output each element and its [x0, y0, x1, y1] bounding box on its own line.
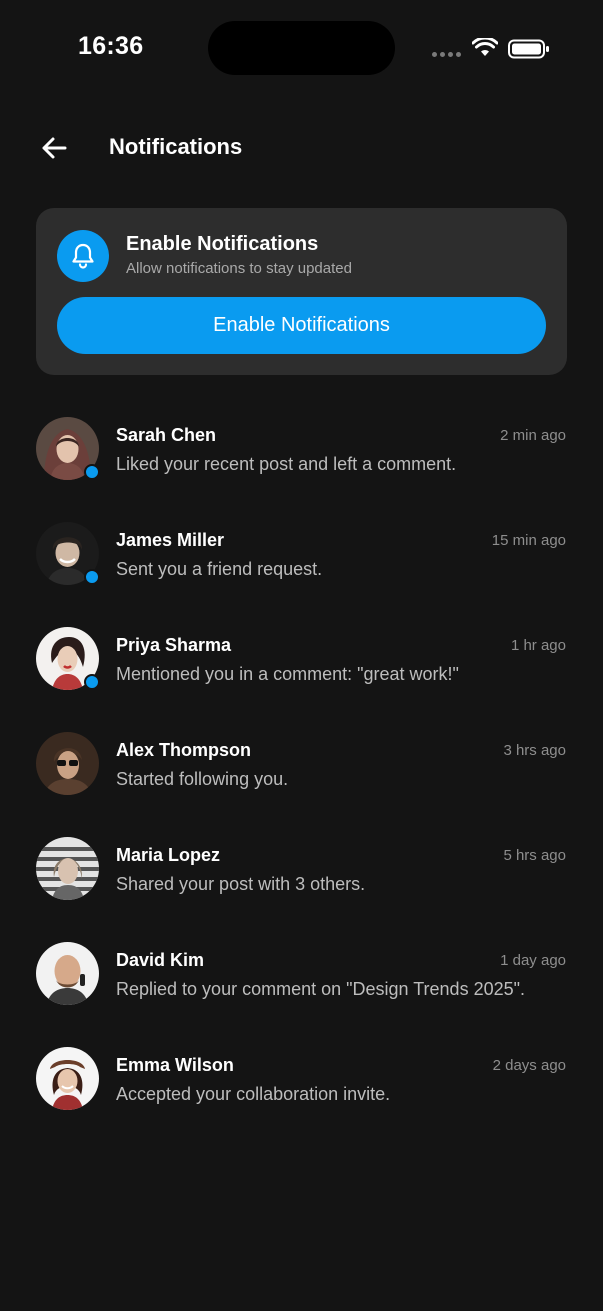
bell-icon [57, 230, 109, 282]
notification-item[interactable]: Priya Sharma 1 hr ago Mentioned you in a… [0, 615, 603, 720]
notification-item[interactable]: Sarah Chen 2 min ago Liked your recent p… [0, 405, 603, 510]
notification-sender: Priya Sharma [116, 635, 232, 655]
page-title: Notifications [109, 134, 243, 159]
avatar [36, 942, 99, 1005]
dynamic-island [208, 21, 395, 75]
notification-sender: David Kim [116, 950, 205, 970]
notification-sender: Maria Lopez [116, 845, 221, 865]
notification-sender: James Miller [116, 530, 225, 550]
notification-item[interactable]: David Kim 1 day ago Replied to your comm… [0, 930, 603, 1035]
status-time: 16:36 [78, 32, 144, 60]
unread-indicator [84, 674, 100, 690]
notification-sender: Sarah Chen [116, 425, 217, 445]
notification-message: Sent you a friend request. [116, 559, 323, 579]
status-bar: 16:36 [0, 0, 603, 96]
avatar [36, 837, 99, 900]
cellular-signal-icon [432, 52, 462, 58]
notification-item[interactable]: Maria Lopez 5 hrs ago Shared your post w… [0, 825, 603, 930]
notification-time: 15 min ago [491, 532, 566, 549]
notification-message: Accepted your collaboration invite. [116, 1084, 391, 1104]
notification-message: Shared your post with 3 others. [116, 874, 366, 894]
notification-time: 1 hr ago [510, 637, 566, 654]
app-header: Notifications [0, 120, 603, 176]
wifi-icon [471, 36, 499, 63]
avatar [36, 732, 99, 795]
notification-item[interactable]: James Miller 15 min ago Sent you a frien… [0, 510, 603, 615]
enable-notifications-card: Enable Notifications Allow notifications… [36, 208, 567, 375]
unread-indicator [84, 569, 100, 585]
notification-time: 1 day ago [500, 952, 566, 969]
unread-indicator [84, 464, 100, 480]
notification-list: Sarah Chen 2 min ago Liked your recent p… [0, 405, 603, 1140]
enable-notifications-button[interactable]: Enable Notifications [57, 297, 546, 354]
notification-time: 2 days ago [492, 1057, 566, 1074]
notification-item[interactable]: Emma Wilson 2 days ago Accepted your col… [0, 1035, 603, 1140]
notification-sender: Emma Wilson [116, 1055, 234, 1075]
avatar [36, 1047, 99, 1110]
card-title: Enable Notifications [126, 233, 319, 255]
back-button[interactable] [32, 126, 76, 170]
card-subtitle: Allow notifications to stay updated [126, 260, 352, 277]
notification-message: Replied to your comment on "Design Trend… [116, 979, 525, 999]
notification-message: Mentioned you in a comment: "great work!… [116, 664, 459, 684]
battery-icon [508, 39, 550, 64]
notification-sender: Alex Thompson [116, 740, 252, 760]
arrow-left-icon [42, 137, 67, 159]
notification-time: 3 hrs ago [503, 742, 566, 759]
notification-message: Liked your recent post and left a commen… [116, 454, 457, 474]
notification-time: 2 min ago [500, 427, 566, 444]
notification-message: Started following you. [116, 769, 289, 789]
notification-time: 5 hrs ago [503, 847, 566, 864]
notification-item[interactable]: Alex Thompson 3 hrs ago Started followin… [0, 720, 603, 825]
